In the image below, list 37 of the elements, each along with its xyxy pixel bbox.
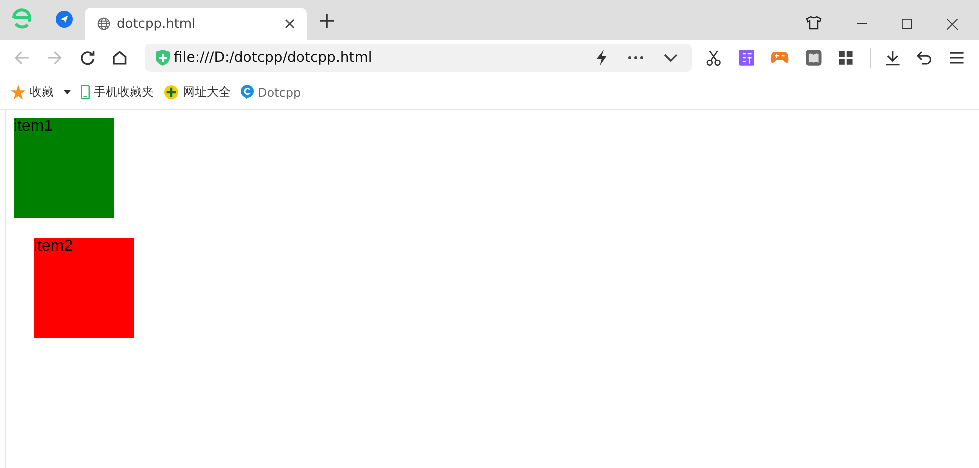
address-bar[interactable]: file:///D:/dotcpp/dotcpp.html xyxy=(145,44,692,72)
tab-title: dotcpp.html xyxy=(117,16,197,32)
browser-logo-icon xyxy=(10,6,34,30)
bookmark-item[interactable]: 手机收藏夹 xyxy=(81,84,154,101)
bookmark-item[interactable]: 收藏 xyxy=(11,84,71,101)
translate-icon[interactable] xyxy=(738,50,754,66)
close-window-icon[interactable] xyxy=(947,19,958,30)
shirt-icon[interactable] xyxy=(806,16,822,30)
maximize-icon[interactable] xyxy=(902,19,913,30)
reload-icon[interactable] xyxy=(80,50,96,66)
browser-tab[interactable]: dotcpp.html xyxy=(85,8,307,40)
lightning-icon[interactable] xyxy=(596,50,608,66)
home-icon[interactable] xyxy=(112,50,128,66)
colored-box: item1 xyxy=(14,118,114,218)
apps-icon[interactable] xyxy=(838,51,853,65)
star-icon xyxy=(11,85,26,100)
more-icon[interactable] xyxy=(628,56,644,60)
bookmark-item[interactable]: 网址大全 xyxy=(164,84,231,101)
download-icon[interactable] xyxy=(884,50,900,66)
plus-circle-icon xyxy=(164,85,179,100)
url-text: file:///D:/dotcpp/dotcpp.html xyxy=(174,50,372,66)
dropdown-caret-icon[interactable] xyxy=(64,90,71,95)
gamepad-icon[interactable] xyxy=(771,51,790,65)
undo-icon[interactable] xyxy=(917,50,934,66)
site-logo-icon xyxy=(241,85,254,100)
scissors-icon[interactable] xyxy=(706,50,722,66)
colored-box: item2 xyxy=(34,238,134,338)
bookmark-item[interactable]: Dotcpp xyxy=(241,85,302,100)
close-icon[interactable] xyxy=(285,19,295,29)
menu-icon[interactable] xyxy=(950,52,964,64)
book-icon[interactable] xyxy=(806,50,822,66)
navigation-icon[interactable] xyxy=(56,11,73,28)
globe-icon xyxy=(97,17,111,31)
shield-icon xyxy=(156,50,170,66)
phone-icon xyxy=(81,85,90,100)
chevron-down-icon[interactable] xyxy=(664,54,678,62)
new-tab-icon[interactable] xyxy=(320,14,334,28)
